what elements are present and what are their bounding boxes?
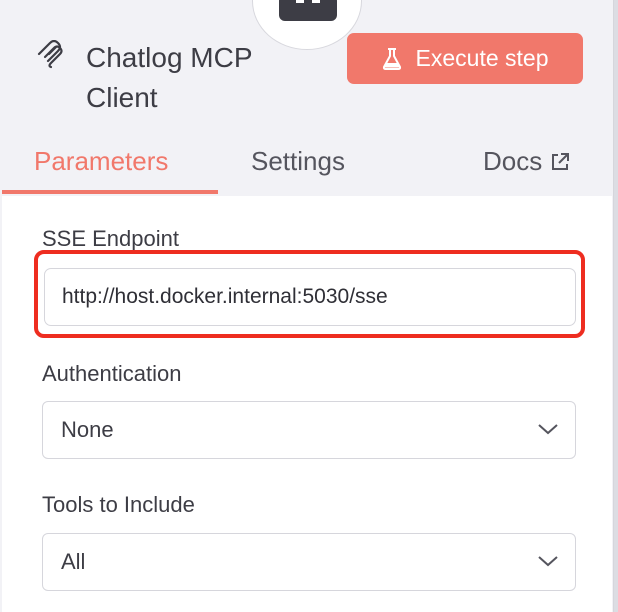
sse-endpoint-input[interactable]: http://host.docker.internal:5030/sse bbox=[44, 268, 576, 326]
tab-parameters[interactable]: Parameters bbox=[34, 146, 168, 177]
authentication-select[interactable]: None bbox=[42, 401, 576, 459]
active-tab-indicator bbox=[2, 190, 218, 194]
flask-icon bbox=[382, 47, 401, 70]
tools-to-include-value: All bbox=[61, 549, 86, 574]
tools-to-include-label: Tools to Include bbox=[42, 492, 195, 517]
authentication-value: None bbox=[61, 417, 114, 442]
tab-docs[interactable]: Docs bbox=[483, 146, 570, 177]
chevron-down-icon bbox=[538, 424, 558, 435]
tab-docs-label: Docs bbox=[483, 146, 543, 176]
execute-step-button[interactable]: Execute step bbox=[347, 33, 583, 84]
mcp-icon bbox=[37, 40, 63, 69]
execute-step-label: Execute step bbox=[415, 45, 549, 71]
tab-bar: Parameters Settings Docs bbox=[0, 130, 613, 196]
node-title: Chatlog MCP Client bbox=[86, 42, 253, 113]
chevron-down-icon bbox=[538, 556, 558, 567]
tab-settings[interactable]: Settings bbox=[251, 146, 345, 177]
authentication-label: Authentication bbox=[42, 361, 182, 386]
tools-to-include-select[interactable]: All bbox=[42, 533, 576, 591]
node-settings-panel: Chatlog MCP Client Execute step Paramete… bbox=[0, 0, 614, 612]
parameters-form: SSE Endpoint http://host.docker.internal… bbox=[2, 196, 612, 612]
panel-header: Chatlog MCP Client Execute step bbox=[0, 0, 613, 128]
sse-endpoint-label: SSE Endpoint bbox=[42, 226, 179, 251]
external-link-icon bbox=[552, 152, 570, 170]
